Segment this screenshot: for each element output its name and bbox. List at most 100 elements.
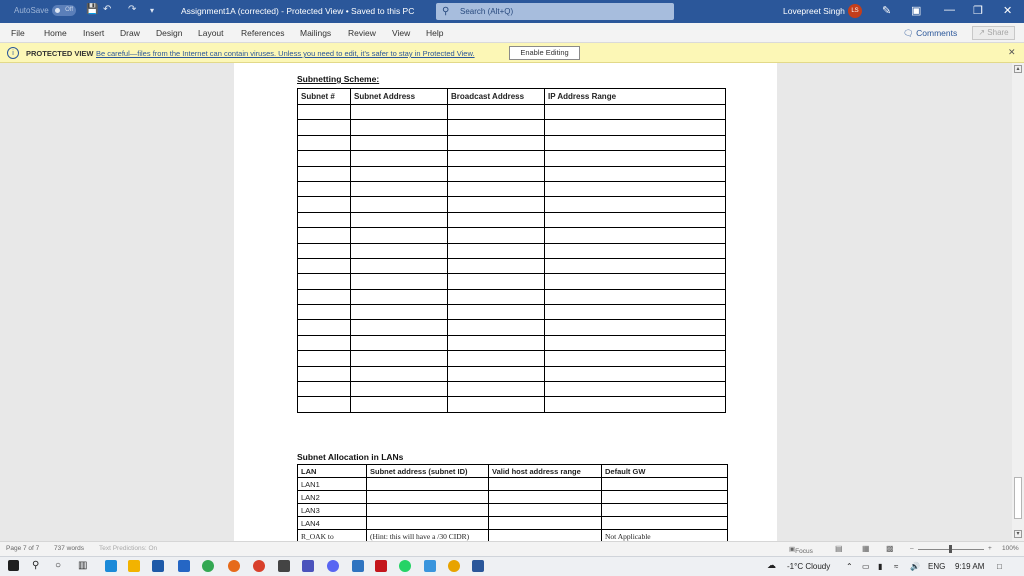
minimize-icon[interactable]: — xyxy=(944,4,955,16)
notifications-icon[interactable]: □ xyxy=(997,562,1002,571)
table-row[interactable]: R_OAK to (Hint: this will have a /30 CIDR… xyxy=(297,529,728,541)
table-row[interactable] xyxy=(297,227,726,244)
table-row[interactable] xyxy=(297,119,726,136)
store-icon[interactable] xyxy=(152,560,164,572)
table-cell[interactable] xyxy=(447,119,545,136)
table-cell[interactable]: LAN2 xyxy=(297,490,367,504)
table-cell[interactable] xyxy=(544,334,726,352)
table-cell[interactable] xyxy=(350,273,448,290)
zoom-in-icon[interactable]: + xyxy=(988,545,992,552)
chrome-icon[interactable] xyxy=(202,560,214,572)
table-cell[interactable] xyxy=(544,350,726,367)
table-cell[interactable] xyxy=(544,273,726,290)
table-cell[interactable] xyxy=(350,319,448,336)
table-cell[interactable] xyxy=(447,273,545,290)
table-cell[interactable]: LAN4 xyxy=(297,516,367,530)
table-cell[interactable] xyxy=(297,150,351,167)
tab-file[interactable]: File xyxy=(11,28,25,38)
avatar[interactable]: LS xyxy=(848,4,862,18)
netflix-icon[interactable] xyxy=(375,560,387,572)
table-cell[interactable] xyxy=(447,257,545,275)
table-cell[interactable] xyxy=(366,490,489,504)
customize-qat-icon[interactable]: ▾ xyxy=(150,6,154,15)
tab-home[interactable]: Home xyxy=(44,28,67,38)
table-cell[interactable] xyxy=(447,134,545,152)
edge-icon[interactable] xyxy=(105,560,117,572)
cortana-icon[interactable]: ○ xyxy=(55,560,61,571)
app-icon-blue[interactable] xyxy=(424,560,436,572)
network-icon[interactable]: ▭ xyxy=(862,562,870,571)
tab-mailings[interactable]: Mailings xyxy=(300,28,331,38)
table-cell[interactable] xyxy=(544,180,726,198)
page-count[interactable]: Page 7 of 7 xyxy=(6,545,39,552)
zoom-level[interactable]: 100% xyxy=(1002,545,1019,552)
table-cell[interactable] xyxy=(350,381,448,398)
table-row[interactable] xyxy=(297,196,726,213)
table-cell[interactable] xyxy=(544,227,726,244)
table-row[interactable] xyxy=(297,273,726,290)
print-layout-icon[interactable]: ▦ xyxy=(862,544,870,553)
table-cell[interactable] xyxy=(350,103,448,121)
table-cell[interactable] xyxy=(366,477,489,491)
photos-icon[interactable] xyxy=(352,560,364,572)
search-icon[interactable]: ⚲ xyxy=(32,560,39,571)
table-cell[interactable] xyxy=(350,119,448,136)
table-cell[interactable] xyxy=(488,490,602,504)
file-explorer-icon[interactable] xyxy=(128,560,140,572)
focus-button[interactable]: ▣ Focus xyxy=(789,545,813,555)
table-cell[interactable] xyxy=(350,227,448,244)
scroll-down-icon[interactable]: ▾ xyxy=(1014,530,1022,538)
table-cell[interactable] xyxy=(544,396,726,413)
close-icon[interactable]: ✕ xyxy=(1003,4,1012,17)
table-cell[interactable] xyxy=(350,350,448,367)
table-row[interactable]: LAN4 xyxy=(297,516,728,530)
table-cell[interactable] xyxy=(350,304,448,321)
table-cell[interactable] xyxy=(447,319,545,336)
zoom-out-icon[interactable]: – xyxy=(910,545,914,552)
table-cell[interactable] xyxy=(601,490,728,504)
tab-insert[interactable]: Insert xyxy=(83,28,104,38)
table-cell[interactable] xyxy=(297,350,351,367)
whatsapp-icon[interactable] xyxy=(399,560,411,572)
table-cell[interactable] xyxy=(297,119,351,136)
tab-design[interactable]: Design xyxy=(156,28,182,38)
table-row[interactable] xyxy=(297,242,726,259)
table-cell[interactable] xyxy=(447,350,545,367)
undo-icon[interactable]: ↶ xyxy=(103,4,111,15)
table-row[interactable] xyxy=(297,180,726,198)
table-cell[interactable] xyxy=(544,119,726,136)
scroll-up-icon[interactable]: ▴ xyxy=(1014,65,1022,73)
tab-view[interactable]: View xyxy=(392,28,410,38)
table-row[interactable] xyxy=(297,365,726,383)
protected-view-message[interactable]: Be careful—files from the Internet can c… xyxy=(96,49,475,58)
table-cell[interactable] xyxy=(601,503,728,517)
table-cell[interactable] xyxy=(297,227,351,244)
scroll-thumb[interactable] xyxy=(1014,477,1022,519)
user-name[interactable]: Lovepreet Singh xyxy=(783,6,845,16)
table-cell[interactable] xyxy=(350,180,448,198)
table-cell[interactable]: Not Applicable xyxy=(601,529,728,541)
table-cell[interactable] xyxy=(488,477,602,491)
mail-icon[interactable] xyxy=(178,560,190,572)
table-cell[interactable]: LAN3 xyxy=(297,503,367,517)
table-cell[interactable] xyxy=(350,396,448,413)
table-cell[interactable] xyxy=(544,165,726,182)
table-cell[interactable] xyxy=(350,211,448,229)
table-cell[interactable] xyxy=(297,257,351,275)
start-icon[interactable] xyxy=(8,560,19,571)
table-cell[interactable] xyxy=(350,365,448,383)
weather-text[interactable]: -1°C Cloudy xyxy=(787,562,830,571)
task-view-icon[interactable]: ▥ xyxy=(78,560,87,571)
table-cell[interactable] xyxy=(297,381,351,398)
table-row[interactable] xyxy=(297,334,726,352)
table-cell[interactable] xyxy=(447,381,545,398)
discord-icon[interactable] xyxy=(327,560,339,572)
table-row[interactable] xyxy=(297,288,726,306)
table-cell[interactable]: (Hint: this will have a /30 CIDR) xyxy=(366,529,489,541)
table-cell[interactable] xyxy=(447,103,545,121)
table-cell[interactable] xyxy=(601,477,728,491)
table-cell[interactable] xyxy=(297,334,351,352)
zoom-thumb[interactable] xyxy=(949,545,952,553)
table-cell[interactable] xyxy=(297,273,351,290)
table-cell[interactable] xyxy=(447,365,545,383)
